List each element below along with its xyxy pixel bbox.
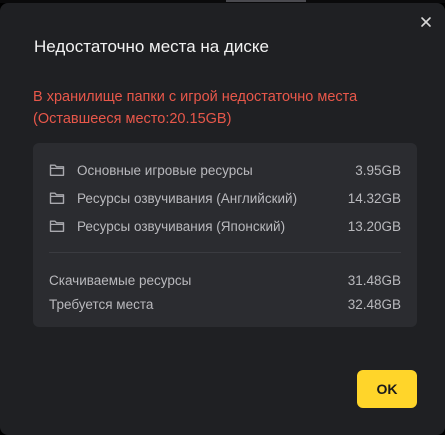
summary-value: 31.48GB [347, 272, 401, 288]
folder-icon [49, 164, 65, 176]
remaining-space-text: (Оставшееся место:20.15GB) [33, 110, 232, 127]
dialog-title: Недостаточно места на диске [34, 37, 269, 56]
resource-label: Ресурсы озвучивания (Японский) [77, 218, 286, 234]
resource-row-base: Основные игровые ресурсы 3.95GB [49, 160, 401, 180]
panel-divider [49, 252, 401, 253]
resource-row-voice-japanese: Ресурсы озвучивания (Японский) 13.20GB [49, 216, 401, 236]
resources-panel: Основные игровые ресурсы 3.95GB Ресурсы … [33, 143, 417, 327]
close-icon [421, 17, 431, 27]
summary-label: Требуется места [49, 296, 154, 312]
summary-label: Скачиваемые ресурсы [49, 272, 192, 288]
close-button[interactable] [417, 13, 435, 31]
resource-size: 14.32GB [347, 190, 401, 206]
resource-label: Основные игровые ресурсы [77, 162, 253, 178]
folder-icon [49, 220, 65, 232]
download-size-row: Скачиваемые ресурсы 31.48GB [49, 270, 401, 290]
ok-button[interactable]: OK [357, 370, 417, 408]
summary-value: 32.48GB [347, 296, 401, 312]
folder-icon [49, 192, 65, 204]
insufficient-space-dialog: Недостаточно места на диске В хранилище … [0, 3, 445, 435]
resource-size: 13.20GB [347, 218, 401, 234]
required-space-row: Требуется места 32.48GB [49, 294, 401, 314]
resource-label: Ресурсы озвучивания (Английский) [77, 190, 298, 206]
window-top-strip [226, 0, 306, 2]
insufficient-space-warning: В хранилище папки с игрой недостаточно м… [33, 87, 413, 130]
resource-row-voice-english: Ресурсы озвучивания (Английский) 14.32GB [49, 188, 401, 208]
resource-size: 3.95GB [355, 162, 401, 178]
warning-message: В хранилище папки с игрой недостаточно м… [33, 89, 358, 105]
